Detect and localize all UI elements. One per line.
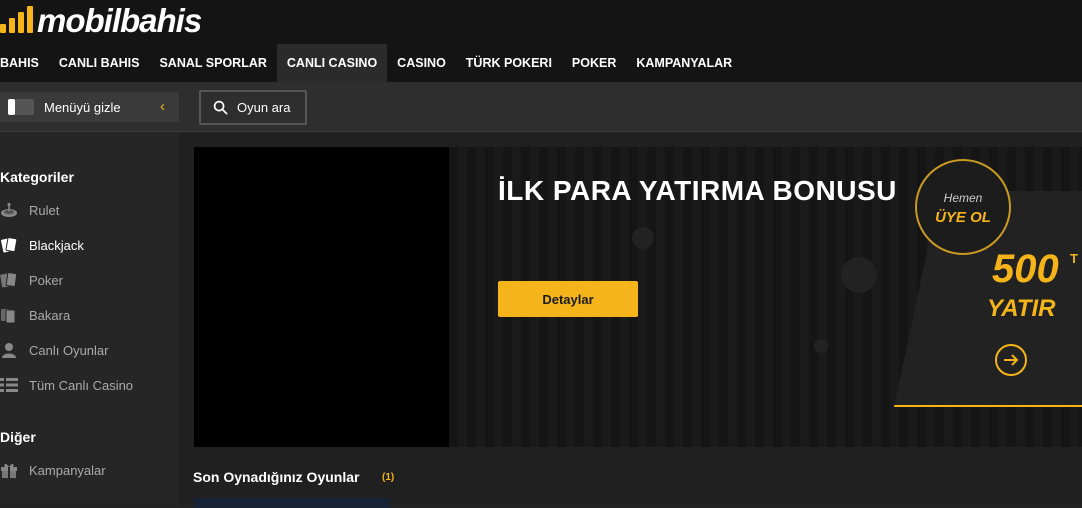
sidebar-item-label: Bakara bbox=[29, 307, 71, 323]
main-nav: BAHIS CANLI BAHIS SANAL SPORLAR CANLI CA… bbox=[0, 44, 742, 82]
sidebar-item-tum-canli-casino[interactable]: Tüm Canlı Casino bbox=[0, 373, 133, 397]
roulette-icon bbox=[0, 201, 18, 219]
brand-logo[interactable]: mobilbahis bbox=[0, 0, 202, 40]
nav-item-poker[interactable]: POKER bbox=[562, 44, 626, 82]
banner-video-area bbox=[194, 147, 449, 447]
sidebar-item-label: Poker bbox=[29, 272, 63, 288]
nav-item-canli-bahis[interactable]: CANLI BAHIS bbox=[49, 44, 150, 82]
logo-text-mobil: mobil bbox=[37, 1, 121, 39]
bonus-amount: 500 bbox=[992, 247, 1059, 291]
sidebar-item-label: Blackjack bbox=[29, 237, 84, 253]
recent-games-count: (1) bbox=[382, 472, 395, 483]
gift-icon bbox=[0, 461, 18, 479]
signup-badge[interactable]: Hemen ÜYE OL bbox=[915, 159, 1011, 255]
poker-cards-icon bbox=[0, 271, 18, 289]
sidebar-item-label: Canlı Oyunlar bbox=[29, 342, 109, 358]
menu-toggle-label: Menüyü gizle bbox=[44, 99, 121, 115]
main-content: İLK PARA YATIRMA BONUSU Detaylar Hemen Ü… bbox=[179, 133, 1082, 508]
recent-game-thumbnail[interactable] bbox=[194, 498, 390, 508]
top-header: mobilbahis BAHIS CANLI BAHIS SANAL SPORL… bbox=[0, 0, 1082, 82]
recent-games-title: Son Oynadığınız Oyunlar bbox=[193, 469, 360, 485]
decor-chip bbox=[841, 257, 877, 293]
toggle-switch-icon bbox=[8, 99, 34, 115]
details-button[interactable]: Detaylar bbox=[498, 281, 638, 317]
nav-item-kampanyalar[interactable]: KAMPANYALAR bbox=[626, 44, 742, 82]
decor-chip bbox=[814, 339, 828, 353]
baccarat-cards-icon bbox=[0, 306, 18, 324]
other-heading: Diğer bbox=[0, 429, 36, 445]
sidebar-item-label: Rulet bbox=[29, 202, 60, 218]
nav-item-canli-casino[interactable]: CANLI CASINO bbox=[276, 44, 388, 82]
logo-text-bahis: bahis bbox=[120, 1, 202, 39]
game-search-button[interactable]: Oyun ara bbox=[199, 90, 307, 125]
banner-title: İLK PARA YATIRMA BONUSU bbox=[498, 175, 897, 206]
sidebar-item-label: Kampanyalar bbox=[29, 462, 106, 478]
search-icon bbox=[213, 100, 228, 115]
sidebar-item-rulet[interactable]: Rulet bbox=[0, 198, 59, 222]
sidebar-item-poker[interactable]: Poker bbox=[0, 268, 63, 292]
cards-icon bbox=[0, 236, 18, 254]
bonus-amount-unit: T bbox=[1070, 251, 1078, 266]
sub-toolbar: Menüyü gizle ‹ Oyun ara bbox=[0, 82, 1082, 132]
nav-item-turk-pokeri[interactable]: TÜRK POKERI bbox=[456, 44, 562, 82]
search-label: Oyun ara bbox=[237, 100, 291, 115]
sidebar-item-blackjack[interactable]: Blackjack bbox=[0, 233, 84, 257]
dealer-icon bbox=[0, 341, 18, 359]
categories-heading: Kategoriler bbox=[0, 169, 74, 185]
list-icon bbox=[0, 376, 18, 394]
logo-bars-icon bbox=[0, 6, 33, 33]
chevron-left-icon: ‹ bbox=[160, 98, 165, 115]
signup-badge-top: Hemen bbox=[943, 191, 983, 205]
signup-badge-bottom: ÜYE OL bbox=[935, 209, 991, 226]
menu-toggle-button[interactable]: Menüyü gizle ‹ bbox=[0, 92, 179, 122]
nav-item-casino[interactable]: CASINO bbox=[387, 44, 456, 82]
nav-item-bahis[interactable]: BAHIS bbox=[0, 44, 49, 82]
deposit-label: YATIR bbox=[987, 295, 1056, 322]
sidebar-item-kampanyalar[interactable]: Kampanyalar bbox=[0, 458, 106, 482]
sidebar-item-label: Tüm Canlı Casino bbox=[29, 377, 134, 393]
promo-banner[interactable]: İLK PARA YATIRMA BONUSU Detaylar Hemen Ü… bbox=[194, 147, 1082, 447]
sidebar-item-canli-oyunlar[interactable]: Canlı Oyunlar bbox=[0, 338, 108, 362]
sidebar: Kategoriler Rulet Blackjack Poker Bakara… bbox=[0, 132, 179, 505]
sidebar-item-bakara[interactable]: Bakara bbox=[0, 303, 70, 327]
nav-item-sanal-sporlar[interactable]: SANAL SPORLAR bbox=[149, 44, 276, 82]
decor-chip bbox=[632, 227, 654, 249]
arrow-right-icon[interactable] bbox=[995, 344, 1027, 376]
